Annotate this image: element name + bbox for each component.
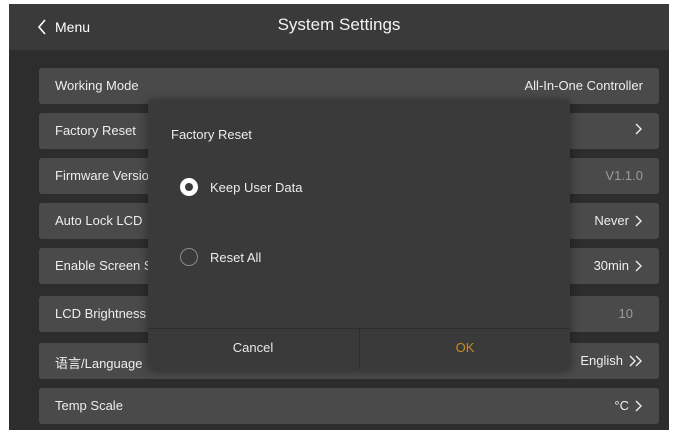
setting-label: Factory Reset bbox=[55, 123, 136, 138]
option-reset-all[interactable]: Reset All bbox=[180, 246, 261, 268]
setting-value: V1.1.0 bbox=[605, 168, 643, 183]
setting-label: LCD Brightness bbox=[55, 306, 147, 321]
setting-value: English bbox=[580, 353, 643, 368]
option-label: Reset All bbox=[210, 249, 262, 265]
setting-value: Never bbox=[594, 213, 643, 228]
dialog-footer: Cancel OK bbox=[148, 328, 570, 369]
page-title: System Settings bbox=[277, 15, 401, 34]
screen-saver-value: 30min bbox=[593, 258, 629, 273]
setting-label: Temp Scale bbox=[55, 398, 123, 413]
setting-value: 10 bbox=[619, 306, 633, 321]
chevron-right-icon bbox=[635, 400, 642, 411]
chevron-right-icon bbox=[635, 260, 642, 271]
setting-value bbox=[629, 123, 643, 135]
double-chevron-right-icon bbox=[629, 355, 642, 366]
brightness-value: 10 bbox=[618, 306, 633, 321]
language-value: English bbox=[580, 353, 623, 368]
ok-button[interactable]: OK bbox=[359, 329, 570, 369]
radio-selected-icon[interactable] bbox=[180, 178, 198, 196]
setting-value: °C bbox=[614, 398, 643, 413]
cancel-button[interactable]: Cancel bbox=[148, 329, 358, 369]
setting-value: 30min bbox=[594, 258, 643, 273]
factory-reset-dialog: Factory Reset Keep User Data Reset All C… bbox=[148, 99, 570, 369]
header-bar: Menu System Settings bbox=[9, 4, 669, 50]
firmware-value: V1.1.0 bbox=[605, 168, 643, 183]
chevron-right-icon bbox=[635, 215, 642, 226]
radio-unselected-icon[interactable] bbox=[180, 248, 198, 266]
setting-label: Working Mode bbox=[55, 78, 139, 93]
dialog-title: Factory Reset bbox=[171, 127, 252, 142]
setting-temp-scale[interactable]: Temp Scale °C bbox=[39, 388, 659, 424]
auto-lock-value: Never bbox=[594, 213, 629, 228]
temp-scale-value: °C bbox=[614, 398, 629, 413]
option-label: Keep User Data bbox=[210, 179, 303, 195]
setting-value: All-In-One Controller bbox=[525, 78, 644, 93]
chevron-right-icon bbox=[635, 123, 642, 135]
option-keep-user-data[interactable]: Keep User Data bbox=[180, 176, 303, 198]
setting-label: Firmware Version bbox=[55, 168, 157, 183]
setting-label: Auto Lock LCD bbox=[55, 213, 143, 228]
working-mode-value: All-In-One Controller bbox=[524, 78, 644, 93]
setting-label: 语言/Language bbox=[55, 356, 143, 371]
screen: Menu System Settings Working Mode All-In… bbox=[9, 4, 669, 430]
